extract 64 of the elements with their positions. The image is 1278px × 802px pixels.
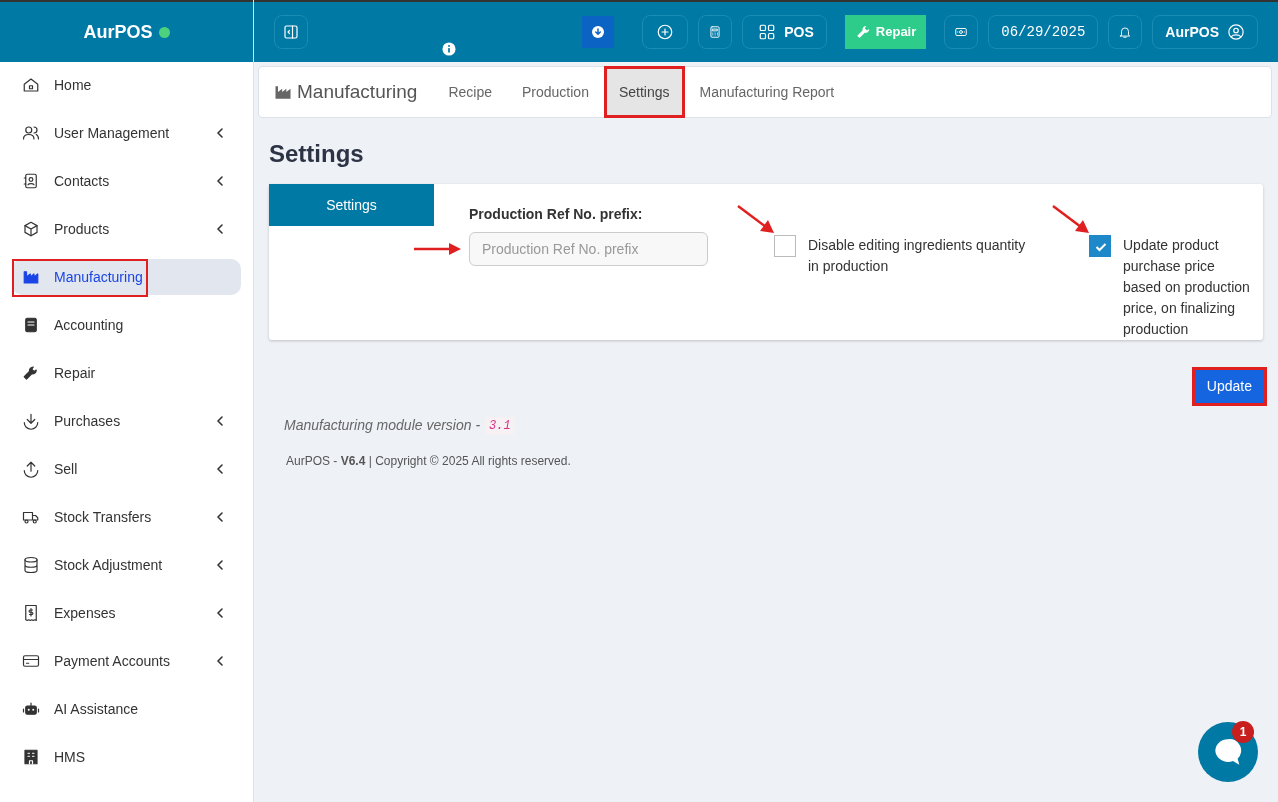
factory-icon — [22, 268, 40, 286]
page-title: Settings — [269, 139, 365, 169]
cash-button[interactable] — [944, 15, 979, 49]
sidebar-item[interactable]: HMS — [12, 739, 241, 775]
add-button[interactable] — [642, 15, 689, 49]
receipt-icon — [22, 604, 40, 622]
plus-circle-icon — [656, 23, 675, 41]
sidebar-item[interactable]: Purchases — [12, 403, 241, 439]
sidebar-item[interactable]: Expenses — [12, 595, 241, 631]
checkbox[interactable] — [1089, 235, 1111, 257]
sidebar-item[interactable]: Payment Accounts — [12, 643, 241, 679]
robot-icon — [22, 700, 40, 718]
module-tab[interactable]: Manufacturing Report — [684, 66, 850, 118]
version-number: 3.1 — [486, 416, 514, 435]
database-icon — [22, 556, 40, 574]
checkbox-label: Update product purchase price based on production price, on finalizing production — [1123, 236, 1251, 339]
text-input-field[interactable]: Production Ref No. prefix — [469, 232, 708, 266]
users-icon — [22, 124, 40, 142]
settings-tab[interactable]: Settings — [269, 184, 434, 226]
sidebar-item[interactable]: Contacts — [12, 163, 241, 199]
sidebar-item[interactable]: AI Assistance — [12, 691, 241, 727]
brand-name: AurPOS — [83, 20, 153, 44]
copyright-text: AurPOS - V6.4 | Copyright © 2025 All rights reserved. — [286, 453, 572, 470]
building-icon — [22, 748, 40, 766]
checkbox[interactable] — [774, 235, 796, 257]
sidebar-item[interactable]: Accounting — [12, 307, 241, 343]
ledger-icon — [22, 316, 40, 334]
notifications-button[interactable] — [1108, 15, 1143, 49]
module-tab[interactable]: Production — [507, 66, 604, 118]
module-tab[interactable]: Recipe — [433, 66, 507, 118]
grid-icon — [758, 23, 777, 41]
sidebar-item[interactable]: Repair — [12, 355, 241, 391]
notification-badge: 1 — [1232, 721, 1254, 743]
version-text: Manufacturing module version - — [284, 416, 481, 435]
update-button[interactable]: Update — [1194, 370, 1264, 403]
user-circle-icon — [1227, 23, 1245, 41]
upload-icon — [22, 460, 40, 478]
pos-button[interactable]: POS — [742, 15, 827, 49]
checkbox-label: Disable editing ingredients quantity in production — [808, 236, 1027, 276]
sidebar-item[interactable]: Stock Transfers — [12, 499, 241, 535]
chat-button[interactable] — [1198, 722, 1258, 782]
sidebar-toggle-button[interactable] — [274, 15, 308, 49]
home-icon — [22, 76, 40, 94]
info-icon[interactable] — [442, 42, 456, 56]
credit-card-icon — [22, 652, 40, 670]
sidebar-item[interactable]: Manufacturing — [12, 259, 241, 295]
module-tab[interactable]: Settings — [603, 66, 685, 118]
sidebar-item[interactable]: Sell — [12, 451, 241, 487]
download-icon — [22, 412, 40, 430]
box-icon — [22, 220, 40, 238]
download-button[interactable] — [582, 16, 615, 48]
sidebar-item[interactable]: Home — [12, 67, 241, 103]
contact-book-icon — [22, 172, 40, 190]
field-label: Production Ref No. prefix: — [469, 205, 644, 224]
calculator-icon — [708, 23, 723, 41]
calculator-button[interactable] — [698, 15, 733, 49]
sidebar-item[interactable]: Products — [12, 211, 241, 247]
module-title: Manufacturing — [297, 79, 418, 104]
user-menu-button[interactable]: AurPOS — [1152, 15, 1258, 49]
sidebar-item[interactable]: User Management — [12, 115, 241, 151]
sidebar-collapse-icon — [282, 23, 300, 41]
sidebar-item[interactable]: Stock Adjustment — [12, 547, 241, 583]
wrench-icon — [22, 364, 40, 382]
date-button[interactable]: 06/29/2025 — [988, 15, 1099, 49]
